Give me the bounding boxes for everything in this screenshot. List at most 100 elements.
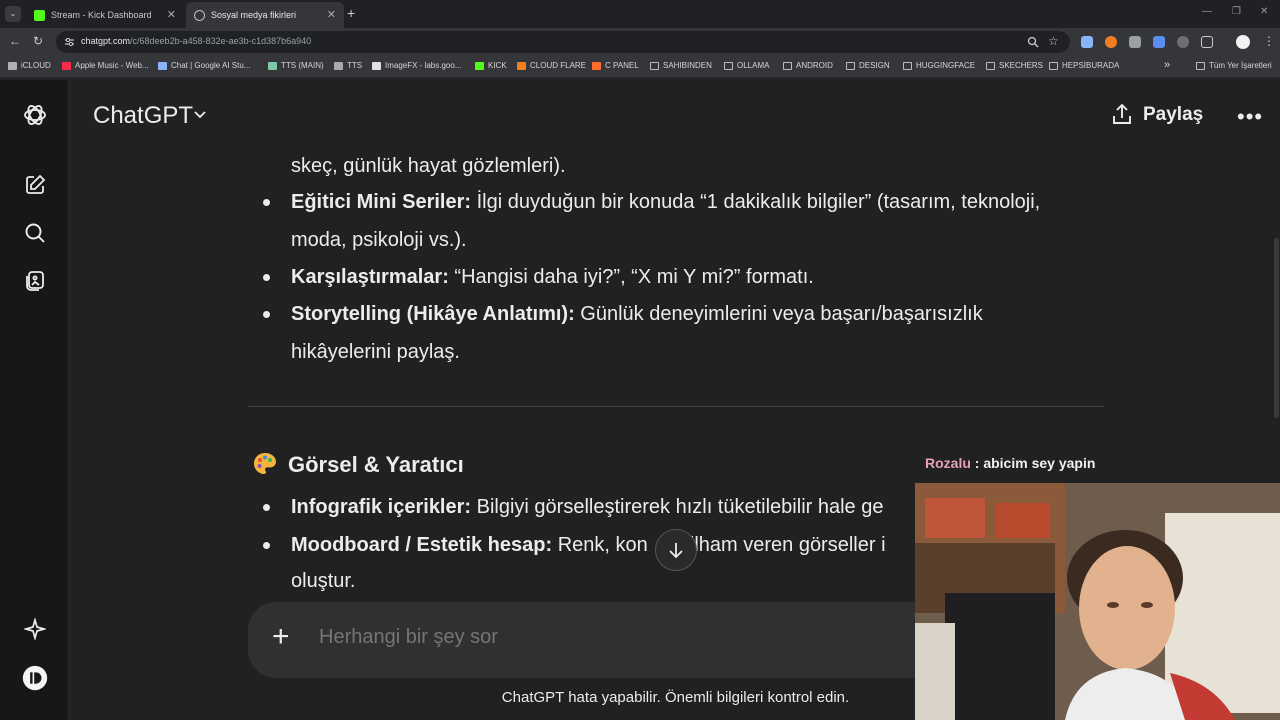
browser-tab-bar: ⌄ Stream - Kick Dashboard ✕ Sosyal medya… xyxy=(0,0,1280,28)
back-icon[interactable]: ← xyxy=(9,34,21,48)
bookmark-item[interactable]: SAHIBINDEN xyxy=(650,61,712,70)
bookmark-favicon-icon xyxy=(592,61,601,70)
section-title: Görsel & Yaratıcı xyxy=(288,452,464,477)
openai-logo-icon[interactable] xyxy=(22,102,48,128)
extension-icon[interactable] xyxy=(1081,36,1093,48)
reload-icon[interactable]: ↻ xyxy=(33,34,43,48)
tab-title: Sosyal medya fikirleri xyxy=(211,10,297,20)
bookmark-item[interactable]: ImageFX - labs.goo... xyxy=(372,61,461,70)
browser-menu-icon[interactable]: ⋮ xyxy=(1263,34,1275,48)
bookmark-label: Apple Music - Web... xyxy=(75,61,149,70)
bookmark-item[interactable]: OLLAMA xyxy=(724,61,769,70)
bookmark-item[interactable]: DESIGN xyxy=(846,61,890,70)
search-icon[interactable] xyxy=(22,220,48,246)
line-text: moda, psikoloji vs.). xyxy=(291,229,467,251)
share-button[interactable]: Paylaş xyxy=(1111,104,1203,126)
chevron-down-icon[interactable] xyxy=(193,107,207,121)
webcam-overlay xyxy=(915,483,1280,720)
item-title: Eğitici Mini Seriler: xyxy=(291,191,472,213)
all-bookmarks-button[interactable]: Tüm Yer İşaretleri xyxy=(1196,61,1272,70)
bookmark-item[interactable]: ANDROID xyxy=(783,61,833,70)
extension-icon[interactable] xyxy=(1105,36,1117,48)
folder-icon xyxy=(783,61,792,70)
close-tab-icon[interactable]: ✕ xyxy=(327,8,336,21)
scroll-to-bottom-button[interactable] xyxy=(655,529,697,571)
share-icon xyxy=(1113,104,1131,124)
more-options-button[interactable]: ••• xyxy=(1237,104,1263,130)
item-text: Bilgiyi görselleştirerek hızlı tüketileb… xyxy=(471,496,884,518)
prompt-input[interactable] xyxy=(319,626,919,649)
model-selector[interactable]: ChatGPT xyxy=(93,102,193,130)
bookmark-favicon-icon xyxy=(517,61,526,70)
url-text: chatgpt.com/c/68deeb2b-a458-832e-ae3b-c1… xyxy=(81,36,311,46)
bookmark-item[interactable]: iCLOUD xyxy=(8,61,51,70)
extensions-puzzle-icon[interactable] xyxy=(1201,36,1213,48)
bookmark-item[interactable]: CLOUD FLARE xyxy=(517,61,586,70)
bookmark-label: SAHIBINDEN xyxy=(663,61,712,70)
tab-chatgpt[interactable]: Sosyal medya fikirleri ✕ xyxy=(186,2,344,28)
bookmark-label: Tüm Yer İşaretleri xyxy=(1209,61,1272,70)
bookmark-label: SKECHERS xyxy=(999,61,1044,70)
tab-search-button[interactable]: ⌄ xyxy=(5,6,21,22)
bookmark-item[interactable]: TTS (MAIN) xyxy=(268,61,324,70)
extension-icon[interactable] xyxy=(1129,36,1141,48)
bookmark-item[interactable]: HUGGINGFACE xyxy=(903,61,975,70)
bookmark-label: TTS (MAIN) xyxy=(281,61,324,70)
bookmark-item[interactable]: HEPSİBURADA xyxy=(1049,61,1119,70)
close-tab-icon[interactable]: ✕ xyxy=(167,8,176,21)
chat-username: Rozalu xyxy=(925,455,971,471)
library-icon[interactable] xyxy=(22,268,48,294)
tab-title: Stream - Kick Dashboard xyxy=(51,10,152,20)
bullet-icon xyxy=(263,504,270,511)
list-item: Karşılaştırmalar: “Hangisi daha iyi?”, “… xyxy=(291,266,814,289)
extension-icon[interactable] xyxy=(1177,36,1189,48)
message-line: hikâyelerini paylaş. xyxy=(291,341,460,364)
add-attachment-button[interactable]: + xyxy=(272,622,290,652)
item-text: Renk, kon xyxy=(552,534,648,556)
bookmark-label: TTS xyxy=(347,61,363,70)
bookmark-label: ImageFX - labs.goo... xyxy=(385,61,462,70)
list-item: Eğitici Mini Seriler: İlgi duyduğun bir … xyxy=(291,191,1040,214)
bookmark-star-icon[interactable]: ☆ xyxy=(1048,34,1059,48)
item-text: “Hangisi daha iyi?”, “X mi Y mi?” format… xyxy=(448,266,814,288)
bookmark-item[interactable]: TTS xyxy=(334,61,362,70)
maximize-icon[interactable]: ❐ xyxy=(1232,6,1241,17)
zoom-icon[interactable] xyxy=(1027,36,1039,48)
item-title: Karşılaştırmalar: xyxy=(291,266,449,288)
folder-icon xyxy=(903,61,912,70)
close-window-icon[interactable]: ✕ xyxy=(1260,6,1268,17)
bookmarks-overflow-button[interactable]: » xyxy=(1164,59,1170,71)
tab-kick-dashboard[interactable]: Stream - Kick Dashboard ✕ xyxy=(26,2,184,28)
bookmark-label: HEPSİBURADA xyxy=(1062,61,1120,70)
bookmark-favicon-icon xyxy=(475,61,484,70)
share-label: Paylaş xyxy=(1143,104,1204,125)
new-chat-icon[interactable] xyxy=(22,172,48,198)
palette-icon xyxy=(252,451,278,482)
folder-icon xyxy=(1196,61,1205,70)
bookmark-favicon-icon xyxy=(372,61,381,70)
bookmark-label: C PANEL xyxy=(605,61,639,70)
profile-avatar[interactable] xyxy=(22,665,48,691)
new-tab-button[interactable]: + xyxy=(347,5,355,21)
sparkle-icon[interactable] xyxy=(22,616,48,642)
minimize-icon[interactable]: — xyxy=(1202,6,1212,17)
chat-header: ChatGPT Paylaş ••• xyxy=(69,80,1280,152)
address-bar[interactable]: chatgpt.com/c/68deeb2b-a458-832e-ae3b-c1… xyxy=(56,31,1070,53)
bookmark-favicon-icon xyxy=(158,61,167,70)
bookmarks-bar: iCLOUD Apple Music - Web... Chat | Google … xyxy=(0,56,1280,78)
extension-icon[interactable] xyxy=(1153,36,1165,48)
profile-avatar[interactable] xyxy=(1236,35,1250,49)
site-info-icon[interactable] xyxy=(64,37,75,47)
chatgpt-favicon-icon xyxy=(194,9,205,21)
item-title: Moodboard / Estetik hesap: xyxy=(291,534,553,556)
bookmark-item[interactable]: KICK xyxy=(475,61,507,70)
bookmark-item[interactable]: SKECHERS xyxy=(986,61,1043,70)
sidebar xyxy=(0,80,69,720)
line-text: oluştur. xyxy=(291,570,356,592)
bookmark-item[interactable]: Chat | Google AI Stu... xyxy=(158,61,250,70)
browser-toolbar: ← ↻ chatgpt.com/c/68deeb2b-a458-832e-ae3… xyxy=(0,28,1280,56)
scrollbar-thumb[interactable] xyxy=(1274,238,1279,418)
item-text: Günlük deneyimlerini veya başarı/başarıs… xyxy=(574,303,983,325)
bookmark-item[interactable]: C PANEL xyxy=(592,61,639,70)
bookmark-item[interactable]: Apple Music - Web... xyxy=(62,61,149,70)
